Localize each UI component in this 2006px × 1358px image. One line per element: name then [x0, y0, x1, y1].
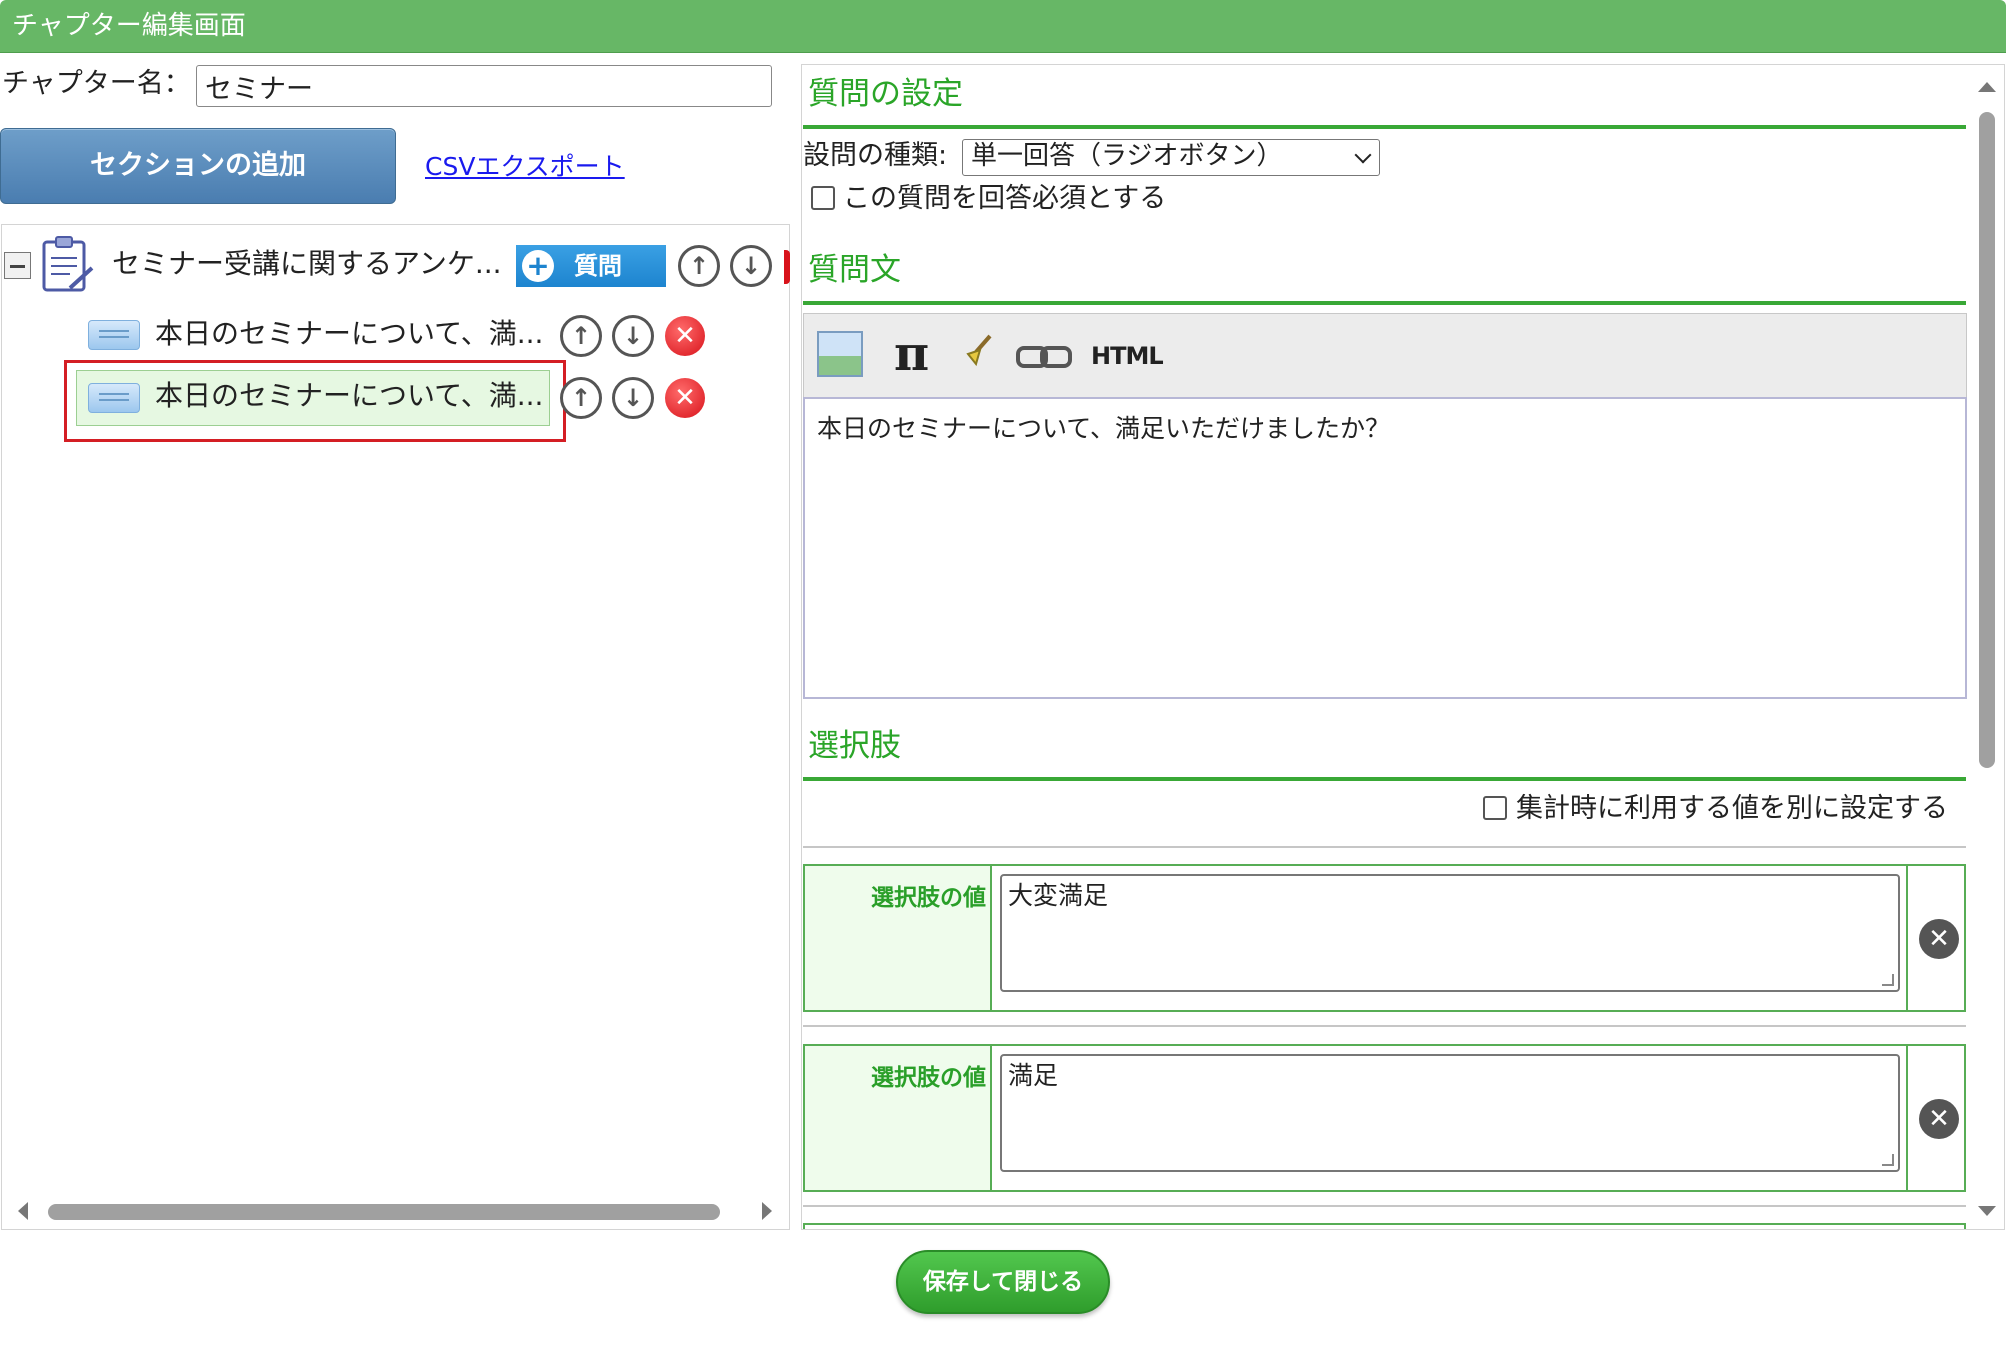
remove-choice-button[interactable]: ✕: [1919, 919, 1959, 959]
choices-title: 選択肢: [808, 728, 901, 764]
choice-value-label: 選択肢の値: [805, 1046, 992, 1190]
vertical-scrollbar[interactable]: [1967, 66, 2005, 1228]
clipboard-icon: [42, 236, 94, 292]
add-question-label: 質問: [574, 252, 622, 280]
move-up-button[interactable]: ↑: [560, 377, 602, 419]
tree-root-label[interactable]: セミナー受講に関するアンケ...: [112, 244, 502, 284]
chapter-name-input[interactable]: [196, 65, 772, 107]
brush-icon[interactable]: [962, 332, 996, 370]
choice-value-label: 選択肢の値: [805, 866, 992, 1010]
scroll-up-icon[interactable]: [1978, 82, 1996, 92]
question-type-value: 単一回答（ラジオボタン）: [971, 141, 1283, 171]
scrollbar-thumb[interactable]: [48, 1204, 720, 1220]
scroll-down-icon[interactable]: [1978, 1206, 1996, 1216]
delete-icon-partial[interactable]: [784, 250, 790, 284]
move-down-button[interactable]: ↓: [612, 315, 654, 357]
choice-value-textarea[interactable]: 大変満足: [1000, 874, 1900, 992]
section-divider: [803, 777, 1966, 781]
choice-row: 選択肢の値 大変満足 ✕: [803, 864, 1966, 1012]
choice-value-text: 大変満足: [1008, 881, 1109, 910]
move-up-button[interactable]: ↑: [678, 245, 720, 287]
question-type-label: 設問の種類:: [803, 140, 948, 171]
horizontal-scrollbar[interactable]: [10, 1198, 780, 1224]
resize-handle-icon[interactable]: [1882, 974, 1894, 986]
aggregate-value-label[interactable]: 集計時に利用する値を別に設定する: [1516, 791, 1948, 827]
divider: [803, 1205, 1966, 1207]
html-icon[interactable]: HTML: [1091, 338, 1164, 374]
csv-export-link[interactable]: CSVエクスポート: [425, 150, 625, 184]
move-down-button[interactable]: ↓: [612, 377, 654, 419]
remove-cell: ✕: [1906, 1046, 1964, 1190]
collapse-toggle-icon[interactable]: [4, 252, 31, 279]
choice-value-textarea[interactable]: 満足: [1000, 1054, 1900, 1172]
aggregate-value-checkbox[interactable]: [1483, 796, 1507, 820]
question-text-editor[interactable]: 本日のセミナーについて、満足いただけましたか？: [803, 397, 1967, 699]
required-checkbox[interactable]: [811, 186, 835, 210]
tree-item-label[interactable]: 本日のセミナーについて、満...: [155, 314, 543, 354]
question-card-icon: [88, 320, 140, 350]
scroll-left-icon[interactable]: [18, 1202, 28, 1220]
move-down-button[interactable]: ↓: [730, 245, 772, 287]
chapter-name-label: チャプター名：: [2, 68, 191, 99]
remove-cell: ✕: [1906, 866, 1964, 1010]
required-label[interactable]: この質問を回答必須とする: [843, 181, 1166, 217]
selection-highlight: [64, 360, 566, 442]
editor-toolbar: π HTML: [803, 313, 1967, 397]
save-and-close-button[interactable]: 保存して閉じる: [896, 1250, 1110, 1314]
move-up-button[interactable]: ↑: [560, 315, 602, 357]
scrollbar-thumb[interactable]: [1979, 112, 1995, 768]
add-section-button[interactable]: セクションの追加: [0, 128, 396, 204]
resize-handle-icon[interactable]: [1882, 1154, 1894, 1166]
question-settings-title: 質問の設定: [808, 76, 963, 112]
scroll-right-icon[interactable]: [762, 1202, 772, 1220]
delete-button[interactable]: ✕: [665, 378, 705, 418]
window-title: チャプター編集画面: [0, 0, 2006, 53]
section-divider: [803, 301, 1966, 305]
choice-row: 選択肢の値 満足 ✕: [803, 1044, 1966, 1192]
delete-button[interactable]: ✕: [665, 316, 705, 356]
choice-row-partial: [803, 1223, 1966, 1229]
pi-icon[interactable]: π: [894, 326, 929, 382]
question-type-select[interactable]: 単一回答（ラジオボタン）: [962, 139, 1380, 176]
chevron-down-icon: [1354, 146, 1372, 164]
question-text-title: 質問文: [808, 252, 901, 288]
link-icon[interactable]: [1016, 344, 1072, 370]
choice-value-text: 満足: [1008, 1061, 1059, 1090]
divider: [803, 846, 1966, 848]
image-icon[interactable]: [817, 331, 863, 377]
section-divider: [803, 125, 1966, 129]
add-question-button[interactable]: + 質問: [516, 245, 666, 287]
remove-choice-button[interactable]: ✕: [1919, 1099, 1959, 1139]
plus-icon: +: [522, 250, 554, 282]
divider: [803, 1025, 1966, 1027]
